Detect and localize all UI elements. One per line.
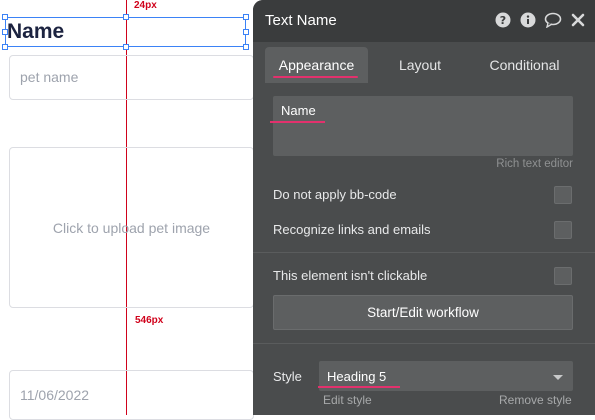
- header-icons: ?: [494, 11, 587, 29]
- panel-title: Text Name: [265, 12, 337, 29]
- chevron-down-icon[interactable]: [553, 375, 563, 380]
- links-checkbox[interactable]: [554, 221, 572, 239]
- tab-conditional[interactable]: Conditional: [472, 47, 577, 83]
- comment-icon[interactable]: [544, 11, 562, 29]
- svg-text:?: ?: [500, 14, 506, 27]
- close-icon[interactable]: [569, 11, 587, 29]
- rich-text-underline: [270, 121, 325, 123]
- style-dropdown-value: Heading 5: [327, 369, 387, 384]
- resize-handle-bl[interactable]: [2, 44, 8, 50]
- start-edit-workflow-button[interactable]: Start/Edit workflow: [273, 295, 573, 330]
- resize-handle-tr[interactable]: [243, 14, 249, 20]
- remove-style-link[interactable]: Remove style: [499, 393, 572, 407]
- resize-handle-br[interactable]: [243, 44, 249, 50]
- tab-active-underline: [273, 76, 358, 78]
- resize-handle-r[interactable]: [243, 29, 249, 35]
- edit-style-link[interactable]: Edit style: [323, 393, 372, 407]
- pet-name-input[interactable]: pet name: [9, 55, 254, 100]
- not-clickable-label: This element isn't clickable: [273, 268, 428, 283]
- upload-text: Click to upload pet image: [52, 219, 211, 236]
- bb-code-label: Do not apply bb-code: [273, 187, 397, 202]
- rich-text-editor-link[interactable]: Rich text editor: [496, 158, 573, 170]
- section-divider-2: [253, 343, 595, 344]
- resize-handle-t[interactable]: [123, 14, 129, 20]
- info-icon[interactable]: [519, 11, 537, 29]
- panel-header[interactable]: Text Name ?: [253, 0, 595, 42]
- guide-distance-top: 24px: [134, 0, 157, 11]
- date-input[interactable]: 11/06/2022: [9, 370, 254, 420]
- style-label: Style: [273, 369, 302, 384]
- tab-layout[interactable]: Layout: [368, 47, 472, 83]
- rich-text-value: Name: [281, 103, 316, 118]
- pet-image-uploader[interactable]: Click to upload pet image: [9, 147, 254, 308]
- style-underline: [318, 386, 400, 388]
- help-icon[interactable]: ?: [494, 11, 512, 29]
- not-clickable-checkbox[interactable]: [554, 267, 572, 285]
- section-divider: [253, 252, 595, 253]
- resize-handle-tl[interactable]: [2, 14, 8, 20]
- bb-code-checkbox[interactable]: [554, 186, 572, 204]
- rich-text-editor[interactable]: [273, 96, 573, 156]
- guide-distance-mid: 546px: [135, 315, 164, 326]
- selection-box[interactable]: [5, 17, 246, 47]
- links-label: Recognize links and emails: [273, 222, 431, 237]
- resize-handle-l[interactable]: [2, 29, 8, 35]
- resize-handle-b[interactable]: [123, 44, 129, 50]
